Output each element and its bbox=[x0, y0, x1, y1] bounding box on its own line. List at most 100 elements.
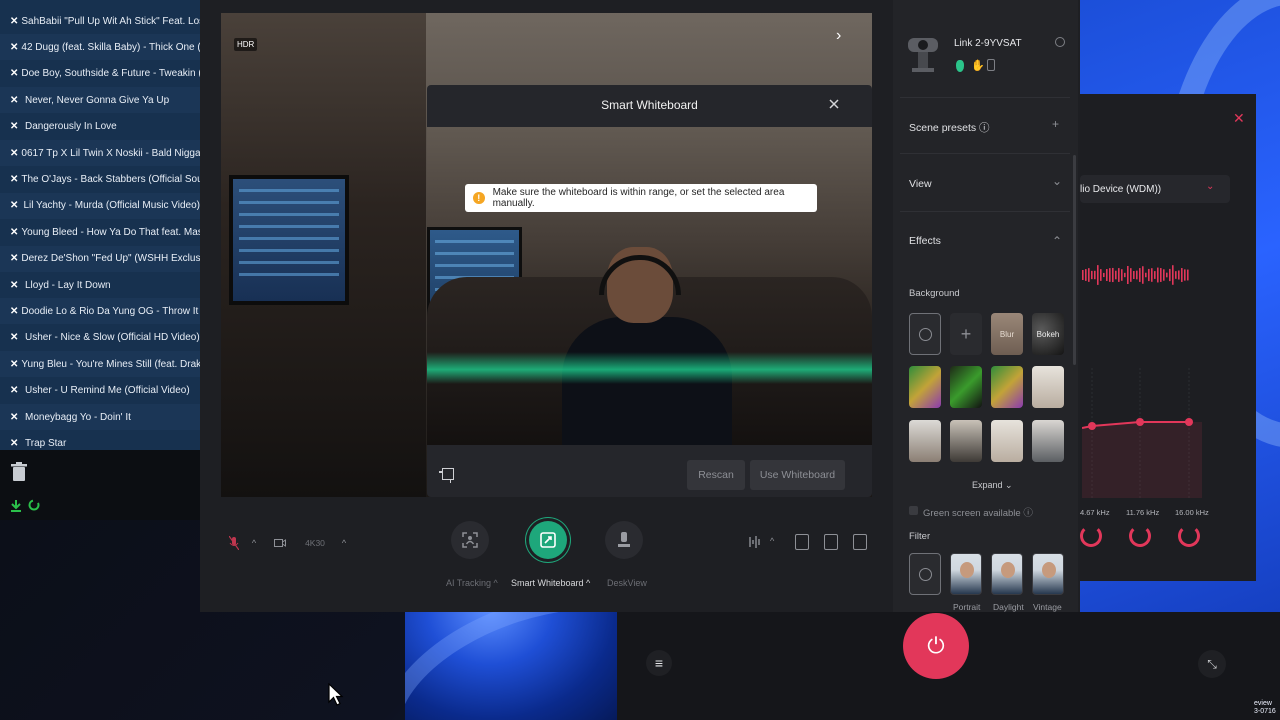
microphone-icon[interactable] bbox=[956, 60, 964, 72]
chevron-up-icon[interactable]: ^ bbox=[338, 530, 350, 556]
remove-item-icon[interactable]: ✕ bbox=[10, 385, 22, 396]
crop-icon[interactable] bbox=[439, 468, 454, 483]
sync-icon[interactable] bbox=[28, 498, 40, 511]
bg-graffiti-tile[interactable] bbox=[909, 366, 941, 408]
playlist-item[interactable]: ✕ Lil Yachty - Murda (Official Music Vide… bbox=[0, 192, 200, 219]
smart-whiteboard-button[interactable] bbox=[529, 521, 567, 559]
playlist-item[interactable]: ✕ Lloyd - Lay It Down bbox=[0, 272, 200, 298]
remove-item-icon[interactable]: ✕ bbox=[10, 412, 22, 423]
bg-blur-tile[interactable]: Blur bbox=[991, 313, 1023, 355]
remove-item-icon[interactable]: ✕ bbox=[10, 200, 20, 211]
playlist-item[interactable]: ✕ Usher - U Remind Me (Official Video) bbox=[0, 378, 200, 404]
feedback-icon[interactable] bbox=[853, 534, 867, 550]
remove-item-icon[interactable]: ✕ bbox=[10, 438, 22, 449]
microphone-muted-icon[interactable] bbox=[227, 530, 241, 556]
playlist-item[interactable]: ✕ Never, Never Gonna Give Ya Up bbox=[0, 87, 200, 114]
remove-item-icon[interactable]: ✕ bbox=[10, 68, 18, 79]
playlist-item[interactable]: ✕ Yung Bleu - You're Mines Still (feat. D… bbox=[0, 351, 200, 378]
expand-link[interactable]: Expand ⌄ bbox=[972, 480, 1013, 491]
use-whiteboard-button[interactable]: Use Whiteboard bbox=[750, 460, 845, 490]
waveform-bar bbox=[1109, 268, 1111, 282]
playlist-item-title: Moneybagg Yo - Doin' It bbox=[25, 411, 131, 423]
menu-button[interactable]: ≡ bbox=[646, 650, 672, 676]
playlist-item[interactable]: ✕ 0617 Tp X Lil Twin X Noskii - Bald Nigg… bbox=[0, 140, 200, 166]
playlist-item[interactable]: ✕ Usher - Nice & Slow (Official HD Video) bbox=[0, 325, 200, 351]
chevron-up-icon[interactable]: ⌃ bbox=[1052, 234, 1062, 248]
bg-room-tile[interactable] bbox=[991, 420, 1023, 462]
bg-graffiti-tile[interactable] bbox=[991, 366, 1023, 408]
playlist-item[interactable]: ✕ The O'Jays - Back Stabbers (Official So… bbox=[0, 166, 200, 192]
divider bbox=[900, 97, 1070, 98]
chevron-down-icon[interactable]: ⌄ bbox=[1052, 174, 1062, 188]
eq-knob[interactable] bbox=[1129, 525, 1151, 547]
monitor-line bbox=[239, 189, 339, 192]
close-icon[interactable] bbox=[827, 97, 841, 111]
remove-item-icon[interactable]: ✕ bbox=[10, 148, 18, 159]
filter-vintage-tile[interactable] bbox=[1032, 553, 1064, 595]
filter-none-tile[interactable] bbox=[909, 553, 941, 595]
playlist-item[interactable]: ✕ 42 Dugg (feat. Skilla Baby) - Thick One… bbox=[0, 34, 200, 61]
bg-room-tile[interactable] bbox=[1032, 420, 1064, 462]
bg-bokeh-tile[interactable]: Bokeh bbox=[1032, 313, 1064, 355]
camera-icon[interactable] bbox=[273, 530, 287, 556]
playlist-item[interactable]: ✕Doe Boy, Southside & Future - Tweakin (… bbox=[0, 61, 200, 87]
remove-item-icon[interactable]: ✕ bbox=[10, 306, 18, 317]
remove-item-icon[interactable]: ✕ bbox=[10, 227, 18, 238]
bg-room-tile[interactable] bbox=[909, 420, 941, 462]
remove-item-icon[interactable]: ✕ bbox=[10, 174, 18, 185]
settings-icon[interactable] bbox=[1055, 37, 1065, 47]
privacy-icon[interactable] bbox=[987, 59, 995, 71]
remove-item-icon[interactable]: ✕ bbox=[10, 332, 22, 343]
view-heading[interactable]: View bbox=[909, 178, 932, 190]
panel-scrollbar[interactable] bbox=[1073, 155, 1076, 365]
audio-levels-icon[interactable] bbox=[748, 534, 762, 550]
bg-room-tile[interactable] bbox=[1032, 366, 1064, 408]
chevron-right-icon[interactable]: › bbox=[836, 27, 854, 45]
record-icon[interactable] bbox=[824, 534, 838, 550]
eq-knob[interactable] bbox=[1178, 525, 1200, 547]
playlist-item[interactable]: ✕ Dangerously In Love bbox=[0, 114, 200, 140]
chevron-up-icon[interactable]: ^ bbox=[248, 530, 260, 556]
playlist-item[interactable]: ✕ SahBabii "Pull Up Wit Ah Stick" Feat. L… bbox=[0, 8, 200, 34]
add-icon[interactable]: + bbox=[1052, 117, 1059, 131]
power-button[interactable]: ⏻ bbox=[903, 613, 969, 679]
resolution-label[interactable]: 4K30 bbox=[301, 530, 329, 556]
deskview-button[interactable] bbox=[605, 521, 643, 559]
collapse-button[interactable]: ⤡ bbox=[1198, 650, 1226, 678]
playlist-item[interactable]: ✕ Trap Star bbox=[0, 430, 200, 450]
screenshot-icon[interactable] bbox=[795, 534, 809, 550]
hand-gesture-icon[interactable]: ✋ bbox=[971, 59, 985, 72]
scene-presets-heading[interactable]: Scene presets ⓘ bbox=[909, 120, 990, 135]
remove-item-icon[interactable]: ✕ bbox=[10, 253, 18, 264]
chevron-down-icon[interactable]: ⌄ bbox=[1206, 181, 1214, 192]
remove-item-icon[interactable]: ✕ bbox=[10, 359, 18, 370]
close-icon[interactable]: ✕ bbox=[1233, 110, 1245, 126]
filter-daylight-tile[interactable] bbox=[991, 553, 1023, 595]
trash-icon[interactable] bbox=[11, 462, 27, 482]
green-screen-checkbox[interactable] bbox=[909, 506, 918, 515]
remove-item-icon[interactable]: ✕ bbox=[10, 95, 22, 106]
playlist-item[interactable]: ✕ Moneybagg Yo - Doin' It bbox=[0, 404, 200, 430]
bg-graffiti-tile[interactable] bbox=[950, 366, 982, 408]
playlist-item[interactable]: ✕Young Bleed - How Ya Do That feat. Mast… bbox=[0, 219, 200, 245]
playlist-item[interactable]: ✕Doodie Lo & Rio Da Yung OG - Throw It I… bbox=[0, 298, 200, 325]
waveform-bar bbox=[1121, 269, 1123, 281]
waveform-bar bbox=[1133, 271, 1135, 279]
remove-item-icon[interactable]: ✕ bbox=[10, 16, 18, 27]
rescan-button[interactable]: Rescan bbox=[687, 460, 745, 490]
monitor-line bbox=[435, 240, 514, 243]
bg-add-tile[interactable]: + bbox=[950, 313, 982, 355]
eq-knob[interactable] bbox=[1080, 525, 1102, 547]
playlist-item[interactable]: ✕Derez De'Shon "Fed Up" (WSHH Exclusive … bbox=[0, 245, 200, 272]
chevron-up-icon[interactable]: ^ bbox=[770, 536, 784, 552]
ai-tracking-button[interactable] bbox=[451, 521, 489, 559]
waveform-bar bbox=[1088, 268, 1090, 282]
effects-heading[interactable]: Effects bbox=[909, 235, 941, 247]
download-icon[interactable] bbox=[11, 499, 21, 512]
bg-room-tile[interactable] bbox=[950, 420, 982, 462]
remove-item-icon[interactable]: ✕ bbox=[10, 121, 22, 132]
filter-portrait-tile[interactable] bbox=[950, 553, 982, 595]
bg-none-tile[interactable] bbox=[909, 313, 941, 355]
remove-item-icon[interactable]: ✕ bbox=[10, 42, 18, 53]
remove-item-icon[interactable]: ✕ bbox=[10, 280, 22, 291]
